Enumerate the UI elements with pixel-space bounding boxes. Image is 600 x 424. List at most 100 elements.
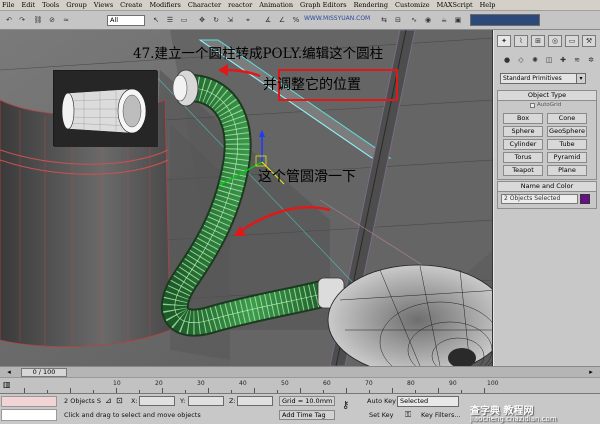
time-slider[interactable]: 0 / 100 xyxy=(21,368,67,377)
menu-customize[interactable]: Customize xyxy=(395,1,430,9)
mirror-icon[interactable]: ⇆ xyxy=(378,14,390,26)
tube-button[interactable]: Tube xyxy=(547,139,587,150)
render-setup-icon[interactable]: ☕ xyxy=(438,14,450,26)
maxscript-listener-mini[interactable] xyxy=(1,396,57,407)
track-bar[interactable]: ▥ 10 20 30 40 50 60 70 80 90 100 xyxy=(0,377,600,394)
bind-space-warp-icon[interactable]: ≈ xyxy=(60,14,72,26)
tick-mark xyxy=(47,390,48,393)
rectangular-selection-icon[interactable]: ▭ xyxy=(178,14,190,26)
select-and-move-icon[interactable]: ✥ xyxy=(196,14,208,26)
tick-label: 40 xyxy=(239,380,247,387)
object-name-field[interactable]: 2 Objects Selected xyxy=(501,194,578,204)
x-coordinate-field[interactable] xyxy=(139,396,175,406)
cone-button[interactable]: Cone xyxy=(547,113,587,124)
select-object-icon[interactable]: ↖ xyxy=(150,14,162,26)
shapes-icon[interactable]: ◇ xyxy=(515,54,527,66)
y-coordinate-field[interactable] xyxy=(188,396,224,406)
link-icon[interactable]: ⛓ xyxy=(32,14,44,26)
tick-mark xyxy=(93,390,94,393)
key-mode-icon[interactable]: ⚿ xyxy=(405,410,411,420)
undo-icon[interactable]: ↶ xyxy=(3,14,15,26)
menu-modifiers[interactable]: Modifiers xyxy=(149,1,180,9)
unlink-icon[interactable]: ⊘ xyxy=(46,14,58,26)
primitive-category-value: Standard Primitives xyxy=(503,75,562,82)
geometry-icon[interactable]: ● xyxy=(501,54,513,66)
selection-count: 2 Objects S xyxy=(64,397,101,405)
auto-key-button[interactable]: Auto Key xyxy=(367,397,396,405)
align-icon[interactable]: ⊟ xyxy=(392,14,404,26)
x-label: X: xyxy=(131,397,138,405)
menu-graph-editors[interactable]: Graph Editors xyxy=(300,1,347,9)
watermark: 查字典 教程网 jiaocheng.chazidian.com xyxy=(470,402,600,424)
pyramid-button[interactable]: Pyramid xyxy=(547,152,587,163)
reference-coordinate-icon[interactable]: ⌖ xyxy=(242,14,254,26)
helpers-icon[interactable]: ✚ xyxy=(557,54,569,66)
z-coordinate-field[interactable] xyxy=(237,396,273,406)
object-type-title[interactable]: Object Type xyxy=(497,90,597,101)
autogrid-checkbox[interactable]: AutoGrid xyxy=(530,102,561,108)
menu-reactor[interactable]: reactor xyxy=(228,1,252,9)
menu-help[interactable]: Help xyxy=(480,1,496,9)
maxscript-input-mini[interactable] xyxy=(1,409,57,421)
set-key-button[interactable]: Set Key xyxy=(369,411,394,419)
modify-tab-icon[interactable]: ⌇ xyxy=(514,35,528,47)
select-and-scale-icon[interactable]: ⇲ xyxy=(224,14,236,26)
add-time-tag-button[interactable]: Add Time Tag xyxy=(279,410,335,420)
tick-mark xyxy=(185,390,186,393)
motion-tab-icon[interactable]: ◎ xyxy=(548,35,562,47)
plane-button[interactable]: Plane xyxy=(547,165,587,176)
time-prev-icon[interactable]: ◂ xyxy=(2,368,16,377)
snap-icon[interactable]: ∡ xyxy=(262,14,274,26)
time-next-icon[interactable]: ▸ xyxy=(584,368,598,377)
cameras-icon[interactable]: ◫ xyxy=(543,54,555,66)
key-icon[interactable]: ⚷ xyxy=(342,400,349,411)
key-selection-dropdown[interactable]: Selected xyxy=(397,396,459,407)
systems-icon[interactable]: ✲ xyxy=(585,54,597,66)
name-color-title[interactable]: Name and Color xyxy=(497,181,597,192)
menu-views[interactable]: Views xyxy=(94,1,113,9)
tick-mark xyxy=(162,388,163,393)
angle-snap-icon[interactable]: ∠ xyxy=(276,14,288,26)
lights-icon[interactable]: ✺ xyxy=(529,54,541,66)
teapot-button[interactable]: Teapot xyxy=(503,165,543,176)
menu-rendering[interactable]: Rendering xyxy=(354,1,388,9)
hierarchy-tab-icon[interactable]: ⊞ xyxy=(531,35,545,47)
tick-label: 90 xyxy=(449,380,457,387)
menu-edit[interactable]: Edit xyxy=(22,1,36,9)
quick-render-icon[interactable]: ▣ xyxy=(452,14,464,26)
box-button[interactable]: Box xyxy=(503,113,543,124)
sphere-button[interactable]: Sphere xyxy=(503,126,543,137)
material-editor-icon[interactable]: ◉ xyxy=(422,14,434,26)
select-and-rotate-icon[interactable]: ↻ xyxy=(210,14,222,26)
tick-label: 20 xyxy=(155,380,163,387)
key-filters-button[interactable]: Key Filters... xyxy=(421,411,461,419)
object-color-swatch[interactable] xyxy=(580,194,590,204)
space-warps-icon[interactable]: ≋ xyxy=(571,54,583,66)
primitive-category-dropdown[interactable]: Standard Primitives ▾ xyxy=(500,73,586,84)
menu-create[interactable]: Create xyxy=(120,1,142,9)
menu-file[interactable]: File xyxy=(2,1,15,9)
display-tab-icon[interactable]: ▭ xyxy=(565,35,579,47)
geosphere-button[interactable]: GeoSphere xyxy=(547,126,587,137)
menu-maxscript[interactable]: MAXScript xyxy=(437,1,473,9)
track-bar-menu-icon[interactable]: ▥ xyxy=(3,380,15,392)
menu-group[interactable]: Group xyxy=(66,1,87,9)
cylinder-button[interactable]: Cylinder xyxy=(503,139,543,150)
redo-icon[interactable]: ↷ xyxy=(16,14,28,26)
absolute-mode-icon[interactable]: ⊡ xyxy=(116,396,123,405)
curve-editor-icon[interactable]: ∿ xyxy=(408,14,420,26)
tick-mark xyxy=(208,388,209,393)
torus-button[interactable]: Torus xyxy=(503,152,543,163)
perspective-viewport[interactable]: x 47.建立一个圆柱转成POLY.编辑这个圆柱 并调整它的位置 这个管圆滑一下 xyxy=(0,30,493,366)
command-panel: ✦ ⌇ ⊞ ◎ ▭ ⚒ ● ◇ ✺ ◫ ✚ ≋ ✲ Standard Primi… xyxy=(493,30,600,366)
menu-tools[interactable]: Tools xyxy=(42,1,59,9)
percent-snap-icon[interactable]: % xyxy=(290,14,302,26)
menu-animation[interactable]: Animation xyxy=(259,1,293,9)
select-by-name-icon[interactable]: ☰ xyxy=(164,14,176,26)
named-selection-sets[interactable] xyxy=(470,14,540,26)
create-tab-icon[interactable]: ✦ xyxy=(497,35,511,47)
selection-filter-dropdown[interactable]: All xyxy=(107,15,145,26)
menu-character[interactable]: Character xyxy=(188,1,221,9)
utilities-tab-icon[interactable]: ⚒ xyxy=(582,35,596,47)
lock-selection-icon[interactable]: ⊿ xyxy=(105,396,112,405)
